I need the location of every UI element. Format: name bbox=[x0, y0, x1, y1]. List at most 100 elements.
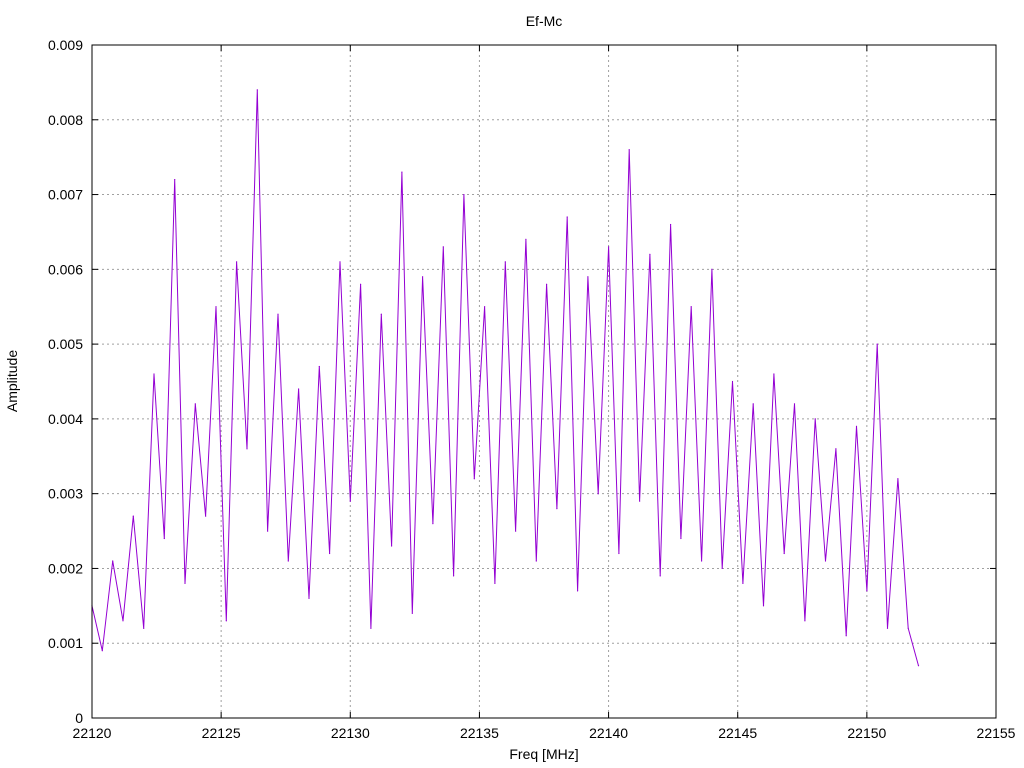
data-point bbox=[473, 478, 475, 480]
y-tick-label: 0.005 bbox=[48, 336, 83, 352]
data-point bbox=[515, 530, 517, 532]
data-point bbox=[184, 582, 186, 585]
data-point bbox=[670, 223, 672, 226]
data-point bbox=[267, 530, 269, 532]
data-point bbox=[380, 313, 382, 315]
data-point bbox=[855, 425, 858, 427]
x-tick-label: 22135 bbox=[460, 725, 499, 741]
data-point bbox=[783, 552, 785, 555]
data-point bbox=[762, 605, 765, 607]
data-point bbox=[360, 283, 362, 285]
data-point bbox=[608, 246, 610, 248]
data-point bbox=[659, 575, 661, 577]
x-tick-label: 22120 bbox=[73, 725, 112, 741]
chart-title: Ef-Mc bbox=[526, 13, 563, 29]
data-point bbox=[432, 523, 434, 525]
data-point bbox=[525, 238, 527, 240]
data-point bbox=[886, 627, 889, 629]
data-point bbox=[566, 216, 568, 218]
data-point bbox=[866, 590, 868, 592]
data-point bbox=[814, 418, 816, 420]
data-point bbox=[618, 552, 620, 555]
data-point bbox=[804, 620, 806, 622]
data-point bbox=[628, 149, 630, 151]
data-point bbox=[391, 545, 393, 547]
data-point bbox=[422, 276, 424, 278]
data-point bbox=[556, 508, 558, 510]
y-tick-label: 0 bbox=[75, 710, 83, 726]
data-point bbox=[494, 582, 496, 585]
data-point bbox=[308, 597, 310, 600]
data-point bbox=[205, 515, 207, 517]
data-point bbox=[277, 313, 279, 315]
data-point bbox=[411, 612, 413, 614]
y-tick-label: 0.004 bbox=[48, 411, 83, 427]
x-tick-label: 22155 bbox=[977, 725, 1016, 741]
data-point bbox=[835, 448, 837, 450]
data-point bbox=[484, 306, 486, 308]
data-point bbox=[318, 365, 320, 368]
data-point bbox=[194, 403, 196, 405]
data-point bbox=[639, 500, 641, 502]
data-point bbox=[587, 276, 589, 278]
y-tick-label: 0.003 bbox=[48, 486, 83, 502]
data-point bbox=[174, 179, 176, 181]
data-point bbox=[401, 171, 403, 173]
data-point bbox=[153, 373, 155, 375]
data-point bbox=[112, 560, 114, 562]
data-point bbox=[907, 627, 909, 629]
data-point bbox=[256, 89, 258, 91]
data-point bbox=[143, 627, 145, 629]
data-point bbox=[793, 403, 796, 405]
data-point bbox=[535, 560, 537, 562]
data-point bbox=[246, 448, 248, 450]
data-point bbox=[742, 582, 744, 585]
x-tick-label: 22150 bbox=[847, 725, 886, 741]
y-tick-label: 0.002 bbox=[48, 560, 83, 576]
data-point bbox=[349, 500, 351, 502]
data-point bbox=[701, 560, 703, 562]
data-point bbox=[122, 620, 124, 622]
x-tick-label: 22130 bbox=[331, 725, 370, 741]
data-point bbox=[597, 493, 599, 495]
y-tick-label: 0.009 bbox=[48, 37, 83, 53]
data-point bbox=[132, 515, 134, 517]
data-point bbox=[876, 343, 878, 345]
data-point bbox=[711, 268, 713, 270]
data-point bbox=[442, 246, 444, 248]
data-point bbox=[339, 261, 341, 263]
data-point bbox=[163, 537, 165, 540]
data-point bbox=[453, 575, 455, 577]
data-point bbox=[236, 261, 238, 263]
data-point bbox=[504, 261, 506, 263]
data-point bbox=[577, 590, 579, 592]
y-tick-label: 0.008 bbox=[48, 112, 83, 128]
data-point bbox=[225, 620, 227, 622]
data-point bbox=[101, 650, 103, 652]
data-point bbox=[298, 388, 300, 390]
data-point bbox=[721, 567, 723, 570]
y-tick-label: 0.007 bbox=[48, 187, 83, 203]
data-point bbox=[287, 560, 289, 562]
data-point bbox=[752, 403, 754, 405]
data-point bbox=[329, 552, 331, 555]
data-point bbox=[917, 665, 920, 667]
data-point bbox=[731, 380, 734, 383]
y-tick-label: 0.006 bbox=[48, 261, 83, 277]
data-point bbox=[897, 478, 899, 480]
data-point bbox=[215, 306, 217, 308]
x-axis-title: Freq [MHz] bbox=[509, 746, 578, 762]
y-axis-title: Amplitude bbox=[4, 350, 20, 412]
data-point bbox=[845, 635, 847, 637]
data-point bbox=[546, 283, 548, 285]
x-tick-label: 22140 bbox=[589, 725, 628, 741]
chart: 22120 22125 22130 22135 22140 22145 22150 22155… bbox=[0, 0, 1024, 768]
x-tick-label: 22145 bbox=[718, 725, 757, 741]
y-tick-label: 0.001 bbox=[48, 635, 83, 651]
data-point bbox=[680, 537, 682, 540]
data-point bbox=[824, 560, 827, 562]
data-point bbox=[370, 627, 372, 629]
x-tick-label: 22125 bbox=[202, 725, 241, 741]
data-point bbox=[463, 194, 465, 196]
data-point bbox=[649, 253, 651, 255]
